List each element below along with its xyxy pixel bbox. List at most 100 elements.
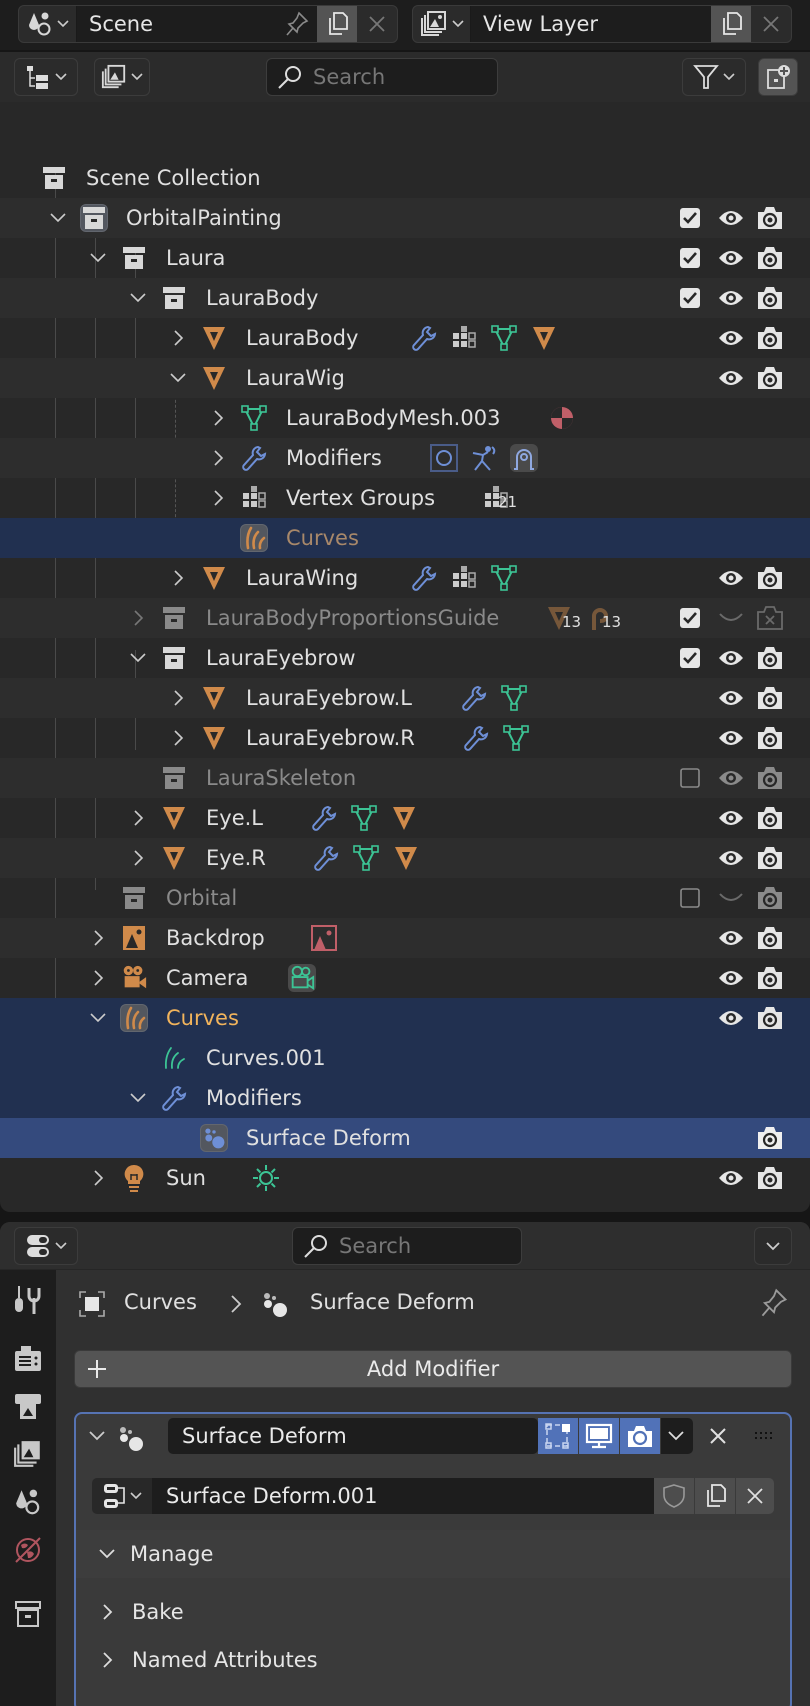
row-label[interactable]: LauraWing xyxy=(246,558,358,598)
mesh-data-icon[interactable] xyxy=(502,724,530,752)
row-label[interactable]: LauraBody xyxy=(206,278,318,318)
outliner-row-object-curves[interactable]: Curves xyxy=(0,998,810,1038)
eye-icon[interactable] xyxy=(716,806,746,830)
row-label[interactable]: Laura xyxy=(166,238,225,278)
row-label[interactable]: Eye.L xyxy=(206,798,263,838)
arch-icon[interactable] xyxy=(510,444,538,472)
camera-render-icon[interactable] xyxy=(756,286,784,310)
chevron-right-icon[interactable] xyxy=(128,808,148,828)
collapse-modifier-button[interactable] xyxy=(88,1430,106,1442)
camera-render-icon[interactable] xyxy=(756,1126,784,1150)
chevron-down-icon[interactable] xyxy=(88,248,108,268)
modifier-extras-dropdown[interactable] xyxy=(661,1418,693,1454)
eye-icon[interactable] xyxy=(716,766,746,790)
camera-render-icon[interactable] xyxy=(756,766,784,790)
eye-icon[interactable] xyxy=(716,926,746,950)
row-label[interactable]: Modifiers xyxy=(206,1078,302,1118)
row-label[interactable]: Curves.001 xyxy=(206,1038,326,1078)
outliner-row-collection-laurabody[interactable]: LauraBody xyxy=(0,278,810,318)
outliner-row-object-laurawig[interactable]: LauraWig xyxy=(0,358,810,398)
row-label[interactable]: LauraBodyMesh.003 xyxy=(286,398,500,438)
named-attributes-subpanel-header[interactable]: Named Attributes xyxy=(76,1636,790,1684)
material-icon[interactable] xyxy=(548,404,576,432)
exclude-checkbox[interactable] xyxy=(678,206,702,230)
node-group-browse-button[interactable] xyxy=(92,1478,152,1514)
eye-icon[interactable] xyxy=(716,886,746,910)
row-label[interactable]: Modifiers xyxy=(286,438,382,478)
chevron-down-icon[interactable] xyxy=(88,1008,108,1028)
chevron-right-icon[interactable] xyxy=(168,688,188,708)
outliner-search-input[interactable]: Search xyxy=(266,58,498,96)
exclude-checkbox[interactable] xyxy=(678,606,702,630)
outliner-row-mesh-data-laurabodymesh[interactable]: LauraBodyMesh.003 xyxy=(0,398,810,438)
armature-mod-icon[interactable] xyxy=(470,444,498,472)
row-label[interactable]: LauraWig xyxy=(246,358,345,398)
mesh-data-icon[interactable] xyxy=(500,684,528,712)
wrench-icon[interactable] xyxy=(462,724,490,752)
chevron-down-icon[interactable] xyxy=(168,368,188,388)
chevron-right-icon[interactable] xyxy=(208,488,228,508)
duplicate-node-group-button[interactable] xyxy=(695,1478,735,1514)
viewport-toggle[interactable] xyxy=(579,1418,619,1454)
row-label[interactable]: LauraEyebrow xyxy=(206,638,356,678)
wrench-icon[interactable] xyxy=(310,804,338,832)
camera-render-icon[interactable] xyxy=(756,1006,784,1030)
image-data-icon[interactable] xyxy=(310,924,338,952)
camera-data-icon[interactable] xyxy=(288,964,316,992)
remove-modifier-button[interactable] xyxy=(708,1426,728,1446)
chevron-right-icon[interactable] xyxy=(88,1168,108,1188)
mesh-data-icon[interactable] xyxy=(490,564,518,592)
camera-render-icon[interactable] xyxy=(756,246,784,270)
chevron-down-icon[interactable] xyxy=(128,1088,148,1108)
chevron-down-icon[interactable] xyxy=(128,288,148,308)
mesh-data-icon[interactable] xyxy=(350,804,378,832)
row-label[interactable]: Curves xyxy=(166,998,239,1038)
outliner-row-collection-lauraskeleton[interactable]: LauraSkeleton xyxy=(0,758,810,798)
exclude-checkbox[interactable] xyxy=(678,286,702,310)
exclude-checkbox[interactable] xyxy=(678,246,702,270)
exclude-checkbox[interactable] xyxy=(678,886,702,910)
pin-button[interactable] xyxy=(760,1288,788,1318)
row-label[interactable]: Vertex Groups xyxy=(286,478,435,518)
display-mode-button[interactable] xyxy=(94,58,150,96)
tab-scene[interactable] xyxy=(8,1482,48,1522)
row-label[interactable]: LauraEyebrow.L xyxy=(246,678,412,718)
camera-render-icon[interactable] xyxy=(756,846,784,870)
row-label[interactable]: Scene Collection xyxy=(86,158,261,198)
chevron-right-icon[interactable] xyxy=(128,608,148,628)
new-collection-button[interactable] xyxy=(758,58,798,96)
tab-collection[interactable] xyxy=(8,1594,48,1634)
options-dropdown-button[interactable] xyxy=(754,1227,792,1265)
new-view-layer-button[interactable] xyxy=(711,6,751,42)
chevron-right-icon[interactable] xyxy=(128,848,148,868)
eye-icon[interactable] xyxy=(716,286,746,310)
properties-search-input[interactable]: Search xyxy=(292,1227,522,1265)
outliner-row-modifier-surface-deform[interactable]: Surface Deform xyxy=(0,1118,810,1158)
vgroup-icon[interactable] xyxy=(450,564,478,592)
eye-icon[interactable] xyxy=(716,566,746,590)
chevron-right-icon[interactable] xyxy=(88,968,108,988)
row-label[interactable]: Eye.R xyxy=(206,838,266,878)
outliner-row-scene-collection[interactable]: Scene Collection xyxy=(0,158,810,198)
eye-icon[interactable] xyxy=(716,206,746,230)
outliner-row-curves-modifiers-group[interactable]: Modifiers xyxy=(0,1078,810,1118)
chevron-down-icon[interactable] xyxy=(48,208,68,228)
row-label[interactable]: LauraBody xyxy=(246,318,358,358)
outliner-row-collection-laurabodyproportionsguide[interactable]: LauraBodyProportionsGuide 13 13 xyxy=(0,598,810,638)
row-label[interactable]: LauraBodyProportionsGuide xyxy=(206,598,499,638)
outliner-row-object-laurawing[interactable]: LauraWing xyxy=(0,558,810,598)
wrench-icon[interactable] xyxy=(460,684,488,712)
camera-render-icon[interactable] xyxy=(756,806,784,830)
outliner-row-object-camera[interactable]: Camera xyxy=(0,958,810,998)
eye-icon[interactable] xyxy=(716,966,746,990)
outliner-row-curves-hair-object[interactable]: Curves xyxy=(0,518,810,558)
row-label[interactable]: LauraEyebrow.R xyxy=(246,718,415,758)
filter-button[interactable] xyxy=(682,58,746,96)
camera-render-icon[interactable] xyxy=(756,966,784,990)
camera-render-icon[interactable] xyxy=(756,646,784,670)
camera-render-icon[interactable] xyxy=(756,366,784,390)
outliner-row-collection-lauraeyebrow[interactable]: LauraEyebrow xyxy=(0,638,810,678)
view-layer-name-field[interactable]: View Layer xyxy=(471,6,711,42)
row-label[interactable]: OrbitalPainting xyxy=(126,198,282,238)
wrench-icon[interactable] xyxy=(410,324,438,352)
